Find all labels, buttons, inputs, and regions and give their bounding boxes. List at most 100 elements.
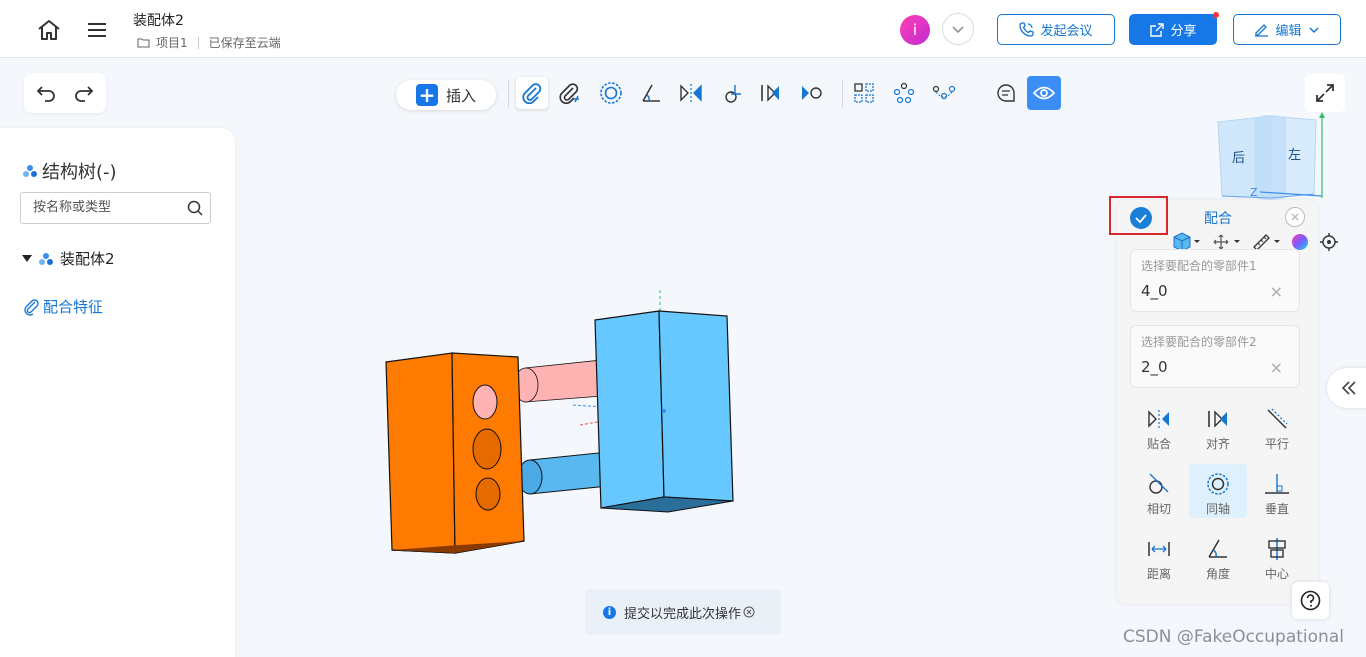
search-icon[interactable] <box>187 200 204 217</box>
comment-button[interactable] <box>990 77 1022 109</box>
start-meeting-label: 发起会议 <box>1040 24 1093 39</box>
coincident-tool-button[interactable] <box>675 77 707 109</box>
mate-type-angle[interactable]: 角度 <box>1189 529 1247 583</box>
fullscreen-button[interactable] <box>1305 74 1345 112</box>
undo-button[interactable] <box>34 81 58 105</box>
angle-tool-button[interactable] <box>635 77 667 109</box>
folder-icon <box>137 38 150 48</box>
coincident-icon <box>1148 410 1169 428</box>
double-chevron-left-icon <box>1341 381 1356 395</box>
mate-multi-button[interactable] <box>554 77 586 109</box>
top-bar: 装配体2 项目1 已保存至云端 i 发起会议 分享 编辑 <box>0 0 1366 58</box>
perpendicular-tool-button[interactable] <box>716 77 748 109</box>
tree-item-root[interactable]: 装配体2 <box>22 248 115 269</box>
confirm-button[interactable] <box>1130 207 1152 229</box>
plus-icon: + <box>416 84 438 106</box>
user-menu-button[interactable] <box>942 13 974 45</box>
perpendicular-icon <box>1265 474 1289 494</box>
clear-part1-icon[interactable]: × <box>1270 282 1283 301</box>
mate-type-label: 相切 <box>1146 502 1171 516</box>
blue-block-part[interactable] <box>594 310 734 513</box>
tree-search[interactable] <box>20 192 211 224</box>
tangent-icon <box>1149 473 1169 494</box>
angle-icon <box>1208 539 1227 558</box>
paperclip-icon <box>24 298 39 316</box>
3d-viewport[interactable] <box>236 128 1116 657</box>
mate-type-coincident[interactable]: 贴合 <box>1130 399 1188 453</box>
view-cube[interactable]: 后 左 Z <box>1210 112 1330 204</box>
project-link[interactable]: 项目1 <box>156 34 188 51</box>
mate-panel-title: 配合 <box>1204 211 1232 227</box>
viewcube-face-back[interactable]: 后 <box>1232 151 1245 166</box>
toolbar-divider <box>508 80 509 108</box>
caret-down-icon[interactable] <box>22 254 32 263</box>
close-circle-icon[interactable] <box>743 606 755 618</box>
redo-button[interactable] <box>72 81 96 105</box>
home-button[interactable] <box>34 16 64 44</box>
pattern-tool-button[interactable] <box>848 77 880 109</box>
center-icon <box>1268 538 1286 560</box>
watermark: CSDN @FakeOccupational <box>1123 627 1344 647</box>
pink-pin[interactable] <box>513 359 603 403</box>
help-button[interactable] <box>1292 582 1329 619</box>
avatar[interactable]: i <box>900 15 930 45</box>
document-title[interactable]: 装配体2 <box>133 10 184 30</box>
hamburger-icon <box>88 23 106 37</box>
distance-icon <box>1148 542 1170 556</box>
share-button[interactable]: 分享 <box>1129 12 1219 45</box>
insert-button[interactable]: + 插入 <box>396 80 496 110</box>
visibility-button[interactable] <box>1027 76 1061 110</box>
orange-block-part[interactable] <box>385 352 525 554</box>
mate-tool-button[interactable] <box>516 77 548 109</box>
tangent-icon <box>802 86 822 100</box>
part1-value: 4_0 <box>1141 282 1168 300</box>
mate-feature-label: 配合特征 <box>43 298 104 316</box>
insert-label: 插入 <box>446 86 477 105</box>
mate-type-label: 同轴 <box>1205 502 1230 516</box>
curve-pattern-button[interactable] <box>928 77 960 109</box>
mirror-faces-icon <box>680 84 702 102</box>
part1-selector[interactable]: 选择要配合的零部件1 4_0 × <box>1130 249 1300 312</box>
divider <box>197 36 199 49</box>
cancel-button[interactable] <box>1285 207 1305 227</box>
paperclip-icon <box>522 83 542 104</box>
chevron-down-icon <box>1308 26 1319 33</box>
share-icon <box>1150 22 1165 37</box>
pencil-icon <box>1255 24 1269 37</box>
assembly-icon <box>39 252 53 265</box>
mate-type-center[interactable]: 中心 <box>1248 529 1306 583</box>
concentric-tool-button[interactable] <box>595 77 627 109</box>
edit-button[interactable]: 编辑 <box>1233 14 1341 45</box>
tree-root-label: 装配体2 <box>60 250 115 268</box>
save-status: 已保存至云端 <box>208 36 281 50</box>
part2-selector[interactable]: 选择要配合的零部件2 2_0 × <box>1130 325 1300 388</box>
align-icon <box>1208 410 1227 428</box>
circular-pattern-button[interactable] <box>888 77 920 109</box>
question-icon <box>1300 590 1321 611</box>
check-icon <box>1135 214 1147 224</box>
viewcube-z-axis: Z <box>1250 186 1258 199</box>
document-meta: 项目1 已保存至云端 <box>137 34 281 51</box>
structure-tree-panel: 结构树(-) 装配体2 配合特征 <box>0 128 235 657</box>
align-tool-button[interactable] <box>755 77 787 109</box>
tangent-tool-button[interactable] <box>796 77 828 109</box>
mate-type-perpendicular[interactable]: 垂直 <box>1248 464 1306 518</box>
mate-type-parallel[interactable]: 平行 <box>1248 399 1306 453</box>
locate-button[interactable] <box>1319 232 1339 252</box>
mate-type-tangent[interactable]: 相切 <box>1130 464 1188 518</box>
menu-button[interactable] <box>84 16 110 44</box>
mate-type-concentric[interactable]: 同轴 <box>1189 464 1247 518</box>
mate-type-label: 垂直 <box>1264 502 1289 516</box>
start-meeting-button[interactable]: 发起会议 <box>997 14 1115 45</box>
clear-part2-icon[interactable]: × <box>1270 358 1283 377</box>
tree-search-input[interactable] <box>31 199 185 216</box>
mate-type-distance[interactable]: 距离 <box>1130 529 1188 583</box>
mate-type-align[interactable]: 对齐 <box>1189 399 1247 453</box>
panel-collapse-button[interactable] <box>1327 368 1366 408</box>
blue-pin[interactable] <box>517 451 609 495</box>
share-label: 分享 <box>1170 24 1197 39</box>
concentric-icon <box>600 82 622 104</box>
tree-item-mate-feature[interactable]: 配合特征 <box>24 296 103 317</box>
paperclip-multi-icon <box>559 83 579 104</box>
viewcube-face-left[interactable]: 左 <box>1288 148 1301 163</box>
